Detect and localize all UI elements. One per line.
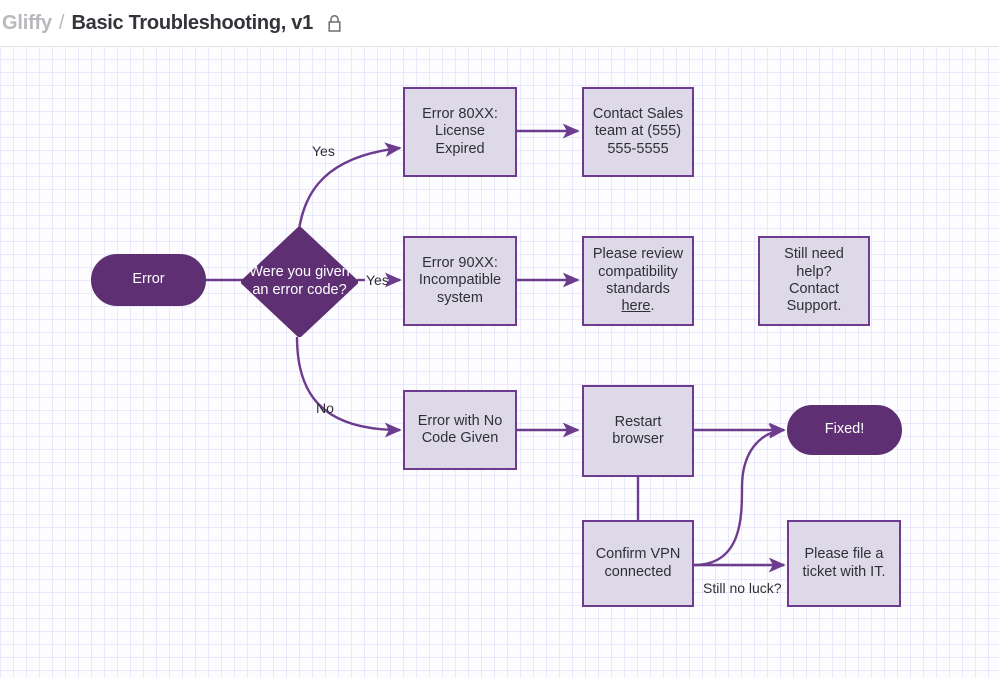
node-label: Please review compatibility standards he… — [592, 246, 684, 315]
node-error-80xx[interactable]: Error 80XX: License Expired — [403, 87, 517, 177]
node-label: Please file a ticket with IT. — [802, 546, 886, 580]
node-review-compatibility[interactable]: Please review compatibility standards he… — [582, 236, 694, 326]
node-file-ticket[interactable]: Please file a ticket with IT. — [787, 520, 901, 607]
lock-closed-icon[interactable] — [327, 14, 342, 33]
edge-vpn-to-fixed — [693, 423, 786, 567]
node-label: Confirm VPN connected — [595, 546, 681, 580]
edge-label-yes-mid: Yes — [366, 272, 389, 288]
breadcrumb-app-name[interactable]: Gliffy — [2, 12, 52, 35]
node-label: Restart browser — [612, 413, 664, 447]
breadcrumb: Gliffy / Basic Troubleshooting, v1 — [2, 12, 313, 35]
diagram-canvas[interactable]: Error Were you given an error code? Erro… — [0, 47, 999, 678]
node-label: Fixed! — [824, 421, 865, 438]
node-label: Error 80XX: License Expired — [422, 105, 498, 157]
node-label: Error with No Code Given — [417, 412, 503, 446]
breadcrumb-separator: / — [58, 11, 65, 34]
page-title[interactable]: Basic Troubleshooting, v1 — [71, 12, 313, 35]
edge-label-still-no-luck: Still no luck? — [703, 580, 782, 596]
edge-label-no: No — [316, 400, 334, 416]
node-label: Still need help? Contact Support. — [784, 246, 844, 315]
edge-label-yes-up: Yes — [312, 143, 335, 159]
node-label: Error 90XX: Incompatible system — [418, 254, 502, 306]
edge-decision-no-to-no-code — [295, 336, 402, 438]
node-decision-error-code[interactable] — [241, 227, 358, 337]
node-still-need-help[interactable]: Still need help? Contact Support. — [758, 236, 870, 326]
node-confirm-vpn[interactable]: Confirm VPN connected — [582, 520, 694, 607]
node-label: Contact Sales team at (555) 555-5555 — [592, 105, 684, 157]
node-restart-browser[interactable]: Restart browser — [582, 385, 694, 477]
node-label: Error — [132, 271, 165, 288]
node-contact-sales[interactable]: Contact Sales team at (555) 555-5555 — [582, 87, 694, 177]
node-error-90xx[interactable]: Error 90XX: Incompatible system — [403, 236, 517, 326]
node-error-start[interactable]: Error — [91, 254, 206, 306]
node-error-no-code[interactable]: Error with No Code Given — [403, 390, 517, 470]
inline-link-here[interactable]: here — [621, 298, 650, 314]
node-fixed[interactable]: Fixed! — [787, 405, 902, 455]
app-header: Gliffy / Basic Troubleshooting, v1 — [0, 0, 999, 47]
